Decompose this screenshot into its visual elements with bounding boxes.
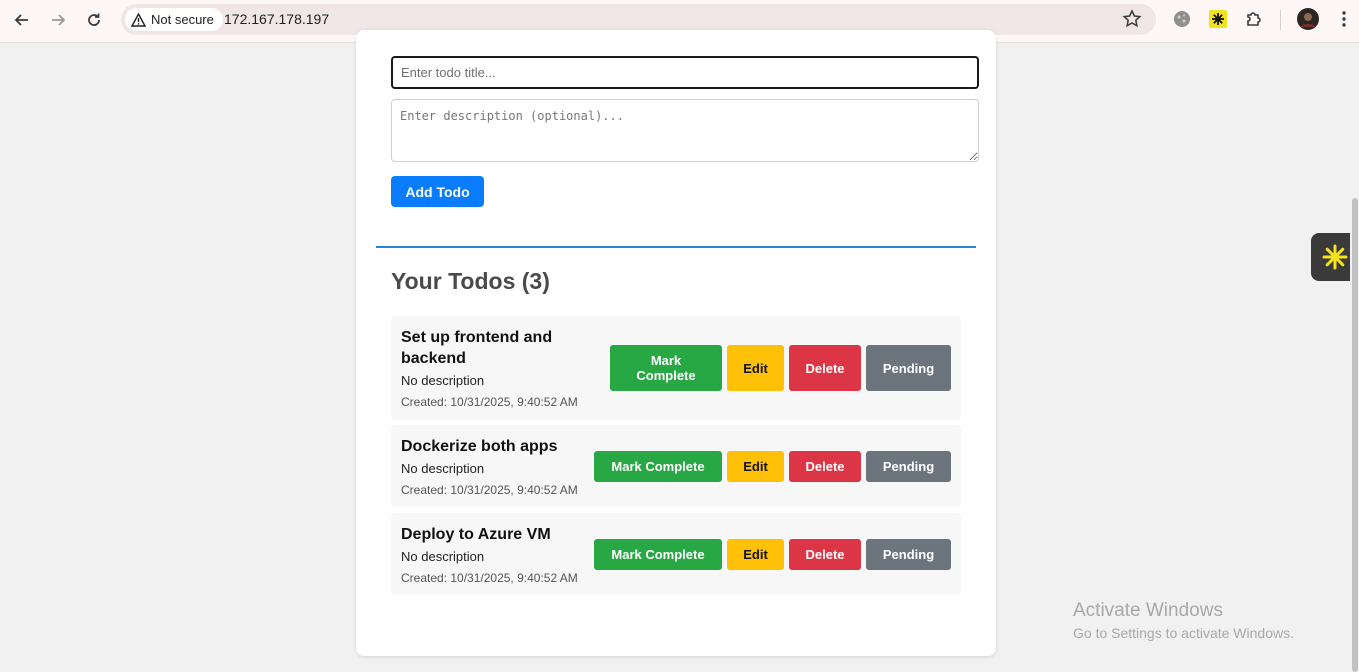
todo-item: Set up frontend and backend No descripti… (391, 316, 961, 420)
pending-status-button[interactable]: Pending (866, 539, 951, 570)
todo-description: No description (401, 373, 485, 388)
todo-card: Add Todo Your Todos (3) Set up frontend … (356, 30, 996, 656)
edit-button[interactable]: Edit (727, 345, 784, 391)
todo-created-date: Created: 10/31/2025, 9:40:52 AM (401, 395, 578, 409)
arrow-left-icon (14, 14, 28, 26)
forward-button[interactable] (45, 7, 71, 33)
profile-avatar[interactable] (1297, 8, 1319, 30)
reload-button[interactable] (81, 7, 107, 33)
bookmark-star-icon[interactable] (1122, 9, 1142, 29)
mark-complete-button[interactable]: Mark Complete (594, 539, 722, 570)
reload-icon (88, 13, 100, 26)
edit-button[interactable]: Edit (727, 451, 784, 482)
extensions-puzzle-icon[interactable] (1243, 8, 1265, 30)
warning-icon (131, 12, 146, 27)
todo-title-input[interactable] (391, 56, 979, 89)
todo-description: No description (401, 549, 485, 564)
todo-created-date: Created: 10/31/2025, 9:40:52 AM (401, 483, 578, 497)
pending-status-button[interactable]: Pending (866, 451, 951, 482)
url-text: 172.167.178.197 (224, 11, 330, 27)
arrow-right-icon (52, 14, 66, 26)
toolbar-separator (1280, 10, 1281, 30)
extension-cookie-icon[interactable] (1171, 8, 1193, 30)
page-scrollbar[interactable] (1350, 43, 1359, 672)
todo-title: Set up frontend and backend (401, 329, 553, 367)
todos-heading: Your Todos (3) (391, 268, 550, 294)
delete-button[interactable]: Delete (789, 539, 861, 570)
edit-button[interactable]: Edit (727, 539, 784, 570)
spark-icon (1322, 244, 1348, 270)
todo-title: Deploy to Azure VM (401, 526, 551, 543)
security-label: Not secure (151, 12, 214, 27)
kebab-menu-icon (1342, 11, 1346, 27)
section-divider (376, 246, 976, 248)
add-todo-button[interactable]: Add Todo (391, 176, 484, 207)
todo-item: Deploy to Azure VM No description Create… (391, 513, 961, 595)
mark-complete-button[interactable]: Mark Complete (594, 451, 722, 482)
pending-status-button[interactable]: Pending (866, 345, 951, 391)
activation-watermark-subtitle: Go to Settings to activate Windows. (1073, 625, 1294, 641)
delete-button[interactable]: Delete (789, 451, 861, 482)
scrollbar-thumb[interactable] (1352, 198, 1358, 672)
todo-item: Dockerize both apps No description Creat… (391, 425, 961, 507)
back-button[interactable] (9, 7, 35, 33)
todo-created-date: Created: 10/31/2025, 9:40:52 AM (401, 571, 578, 585)
delete-button[interactable]: Delete (789, 345, 861, 391)
todo-description-input[interactable] (391, 99, 979, 162)
todo-description: No description (401, 461, 485, 476)
todo-title: Dockerize both apps (401, 438, 558, 455)
mark-complete-button[interactable]: Mark Complete (610, 345, 722, 391)
activation-watermark-title: Activate Windows (1073, 600, 1223, 621)
security-chip[interactable]: Not secure (125, 8, 223, 31)
extension-spark-icon[interactable] (1207, 8, 1229, 30)
browser-menu-button[interactable] (1333, 8, 1355, 30)
